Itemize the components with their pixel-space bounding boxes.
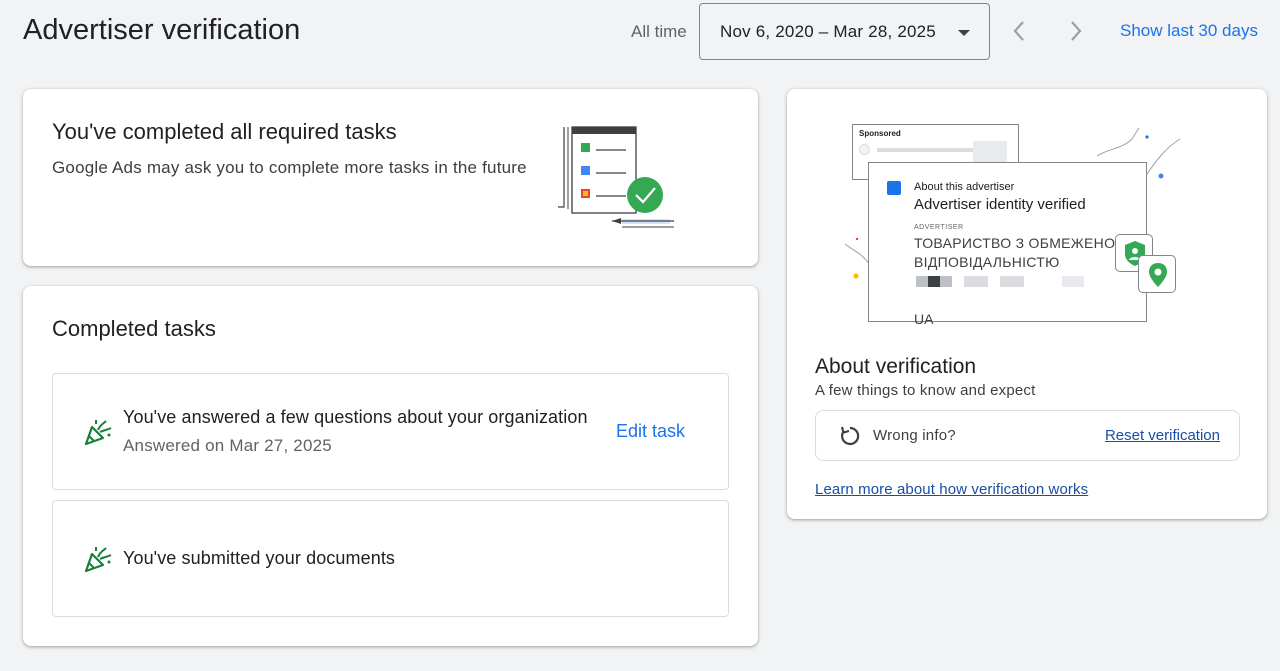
celebration-icon [84, 547, 112, 573]
task-title: You've submitted your documents [123, 548, 396, 568]
about-verification-subtitle: A few things to know and expect [815, 382, 1036, 399]
task-title: You've answered a few questions about yo… [123, 407, 588, 427]
redacted-block [1062, 276, 1084, 287]
task-item: You've submitted your documents [52, 500, 729, 617]
redacted-block [1000, 276, 1024, 287]
ad-avatar-placeholder [859, 144, 870, 155]
reset-icon [840, 426, 860, 446]
sponsored-label: Sponsored [859, 129, 901, 138]
account-icon [887, 181, 901, 195]
location-pin-icon [1149, 263, 1167, 287]
advertiser-info-mock: About this advertiser Advertiser identit… [868, 162, 1147, 327]
wrong-info-box: Wrong info? Reset verification [815, 410, 1240, 461]
chevron-left-icon [1013, 21, 1024, 41]
show-last-30-days-link[interactable]: Show last 30 days [1120, 21, 1258, 41]
page-title: Advertiser verification [23, 14, 301, 46]
summary-card: You've completed all required tasks Goog… [23, 89, 758, 266]
previous-period-button[interactable] [1002, 14, 1036, 48]
completed-tasks-card: Completed tasks You've answered a few qu… [23, 286, 758, 646]
reset-verification-link[interactable]: Reset verification [1105, 427, 1220, 444]
ad-text-placeholder [877, 148, 981, 152]
ad-image-placeholder [973, 141, 1007, 163]
advertiser-illustration: Sponsored About this advertiser Advertis… [837, 119, 1187, 329]
summary-subtitle: Google Ads may ask you to complete more … [52, 158, 527, 177]
advertiser-country: UA [914, 311, 934, 327]
checklist-illustration-icon [558, 126, 674, 228]
summary-title: You've completed all required tasks [52, 119, 397, 144]
edit-task-link[interactable]: Edit task [616, 421, 685, 442]
redacted-block [964, 276, 988, 287]
task-item: You've answered a few questions about yo… [52, 373, 729, 490]
next-period-button[interactable] [1059, 14, 1093, 48]
celebration-icon [84, 420, 112, 446]
date-range-value: Nov 6, 2020 – Mar 28, 2025 [720, 21, 936, 41]
about-advertiser-label: About this advertiser [914, 181, 1015, 193]
advertiser-label: ADVERTISER [914, 224, 964, 231]
task-date: Answered on Mar 27, 2025 [123, 436, 332, 455]
about-verification-card: Sponsored About this advertiser Advertis… [787, 89, 1267, 519]
location-badge [1138, 255, 1176, 293]
date-range-label: All time [631, 22, 687, 41]
about-verification-title: About verification [815, 355, 977, 378]
redacted-block [928, 276, 940, 287]
date-range-select[interactable]: Nov 6, 2020 – Mar 28, 2025 [699, 3, 990, 60]
identity-verified-label: Advertiser identity verified [914, 196, 1086, 213]
learn-more-link[interactable]: Learn more about how verification works [815, 481, 1088, 498]
completed-tasks-title: Completed tasks [52, 316, 216, 341]
chevron-right-icon [1071, 21, 1082, 41]
wrong-info-text: Wrong info? [873, 427, 956, 444]
dropdown-caret-icon [958, 30, 970, 36]
advertiser-name: ТОВАРИСТВО З ОБМЕЖЕНОЮ ВІДПОВІДАЛЬНІСТЮ [914, 235, 1130, 270]
